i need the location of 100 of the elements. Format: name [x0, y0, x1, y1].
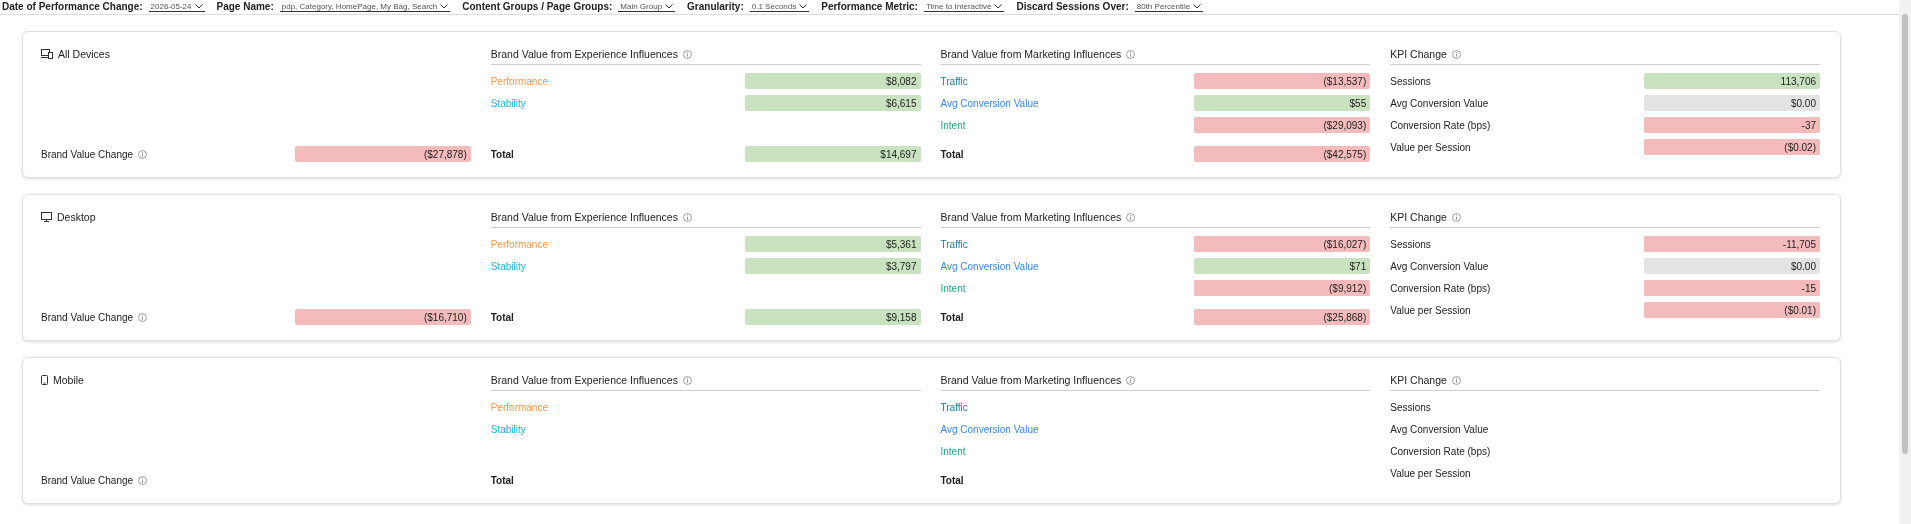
value-cell: ($29,093): [1194, 117, 1371, 133]
metric-label: Traffic: [940, 238, 968, 250]
scrollbar-track[interactable]: [1899, 0, 1911, 524]
section-title: Brand Value from Marketing Influences: [940, 211, 1122, 223]
info-icon[interactable]: [682, 49, 692, 59]
info-icon[interactable]: [138, 149, 148, 159]
section-title: Brand Value from Experience Influences: [490, 211, 678, 223]
info-icon[interactable]: [1451, 49, 1461, 59]
filter-dropdown[interactable]: 2026-05-24: [148, 1, 205, 12]
value-cell: $0.00: [1644, 95, 1820, 111]
value-cell: ($0.02): [1644, 139, 1820, 155]
devices-icon: [41, 49, 53, 59]
value-cell: ($27,878): [294, 146, 471, 162]
filter-label: Discard Sessions Over:: [1016, 1, 1129, 12]
filter-dropdown[interactable]: Time to Interactive: [923, 1, 1005, 12]
section-title: Brand Value from Experience Influences: [490, 48, 678, 60]
metric-label: Total: [940, 148, 964, 160]
section-title: Brand Value from Experience Influences: [490, 374, 678, 386]
filter-label: Performance Metric:: [821, 1, 918, 12]
metric-label: Stability: [490, 260, 526, 272]
device-name: Desktop: [57, 211, 96, 223]
filter-dropdown[interactable]: 0.1 Seconds: [749, 1, 810, 12]
value-cell: $9,158: [744, 309, 921, 325]
info-icon[interactable]: [682, 375, 692, 385]
value-cell: $6,615: [744, 95, 921, 111]
filter-dropdown[interactable]: pdp, Category, HomePage, My Bag, Search: [279, 1, 451, 12]
metric-label: Total: [490, 474, 514, 486]
info-icon[interactable]: [138, 475, 148, 485]
section-title: KPI Change: [1390, 48, 1447, 60]
metric-label: Intent: [940, 282, 966, 294]
value-cell: $14,697: [744, 146, 921, 162]
metric-label: Stability: [490, 423, 526, 435]
metric-label: Avg Conversion Value: [940, 423, 1039, 435]
filter-label: Page Name:: [216, 1, 274, 12]
metric-label: Conversion Rate (bps): [1390, 282, 1491, 294]
value-cell: -37: [1644, 117, 1820, 133]
filter-label: Content Groups / Page Groups:: [462, 1, 613, 12]
info-icon[interactable]: [138, 312, 148, 322]
device-name: Mobile: [53, 374, 84, 386]
metric-label: Avg Conversion Value: [1390, 260, 1489, 272]
filter-label: Granularity:: [687, 1, 744, 12]
metric-label: Brand Value Change: [41, 474, 134, 486]
info-icon[interactable]: [1126, 212, 1136, 222]
metric-label: Traffic: [940, 401, 968, 413]
caret-icon: [194, 3, 203, 9]
value-cell: $55: [1194, 95, 1371, 111]
caret-icon: [665, 3, 674, 9]
metric-label: Total: [940, 311, 964, 323]
metric-label: Total: [490, 311, 514, 323]
value-cell: ($42,575): [1194, 146, 1371, 162]
filter-dropdown[interactable]: Main Group: [618, 1, 676, 12]
metric-label: Sessions: [1390, 75, 1431, 87]
caret-icon: [440, 3, 449, 9]
metric-label: Value per Session: [1390, 467, 1471, 479]
info-icon[interactable]: [1126, 49, 1136, 59]
caret-icon: [994, 3, 1003, 9]
metric-label: Sessions: [1390, 238, 1431, 250]
value-cell: ($0.01): [1644, 302, 1820, 318]
metric-label: Stability: [490, 97, 526, 109]
section-title: KPI Change: [1390, 374, 1447, 386]
value-cell: ($16,710): [294, 309, 471, 325]
metric-label: Performance: [490, 75, 548, 87]
metric-label: Conversion Rate (bps): [1390, 445, 1491, 457]
device-name: All Devices: [58, 48, 110, 60]
caret-icon: [1193, 3, 1202, 9]
scrollbar-thumb[interactable]: [1902, 14, 1908, 454]
metric-label: Sessions: [1390, 401, 1431, 413]
phone-icon: [41, 375, 48, 385]
section-title: KPI Change: [1390, 211, 1447, 223]
metric-label: Value per Session: [1390, 141, 1471, 153]
value-cell: ($25,868): [1194, 309, 1371, 325]
info-icon[interactable]: [1126, 375, 1136, 385]
monitor-icon: [41, 212, 52, 222]
value-cell: $3,797: [744, 258, 921, 274]
section-title: Brand Value from Marketing Influences: [940, 374, 1122, 386]
metric-label: Intent: [940, 119, 966, 131]
value-cell: 113,706: [1644, 73, 1820, 89]
value-cell: ($16,027): [1194, 236, 1371, 252]
value-cell: -11,705: [1644, 236, 1820, 252]
info-icon[interactable]: [682, 212, 692, 222]
filter-dropdown[interactable]: 80th Percentile: [1134, 1, 1204, 12]
value-cell: ($13,537): [1194, 73, 1371, 89]
metric-label: Performance: [490, 238, 548, 250]
value-cell: $0.00: [1644, 258, 1820, 274]
value-cell: $8,082: [744, 73, 921, 89]
metric-label: Total: [490, 148, 514, 160]
value-cell: ($9,912): [1194, 280, 1371, 296]
info-icon[interactable]: [1451, 375, 1461, 385]
info-icon[interactable]: [1451, 212, 1461, 222]
metric-label: Performance: [490, 401, 548, 413]
metric-label: Avg Conversion Value: [1390, 97, 1489, 109]
metric-label: Avg Conversion Value: [940, 260, 1039, 272]
caret-icon: [799, 3, 808, 9]
value-cell: $71: [1194, 258, 1371, 274]
metric-label: Brand Value Change: [41, 311, 134, 323]
metric-label: Value per Session: [1390, 304, 1471, 316]
metric-label: Conversion Rate (bps): [1390, 119, 1491, 131]
metric-label: Intent: [940, 445, 966, 457]
value-cell: -15: [1644, 280, 1820, 296]
value-cell: $5,361: [744, 236, 921, 252]
